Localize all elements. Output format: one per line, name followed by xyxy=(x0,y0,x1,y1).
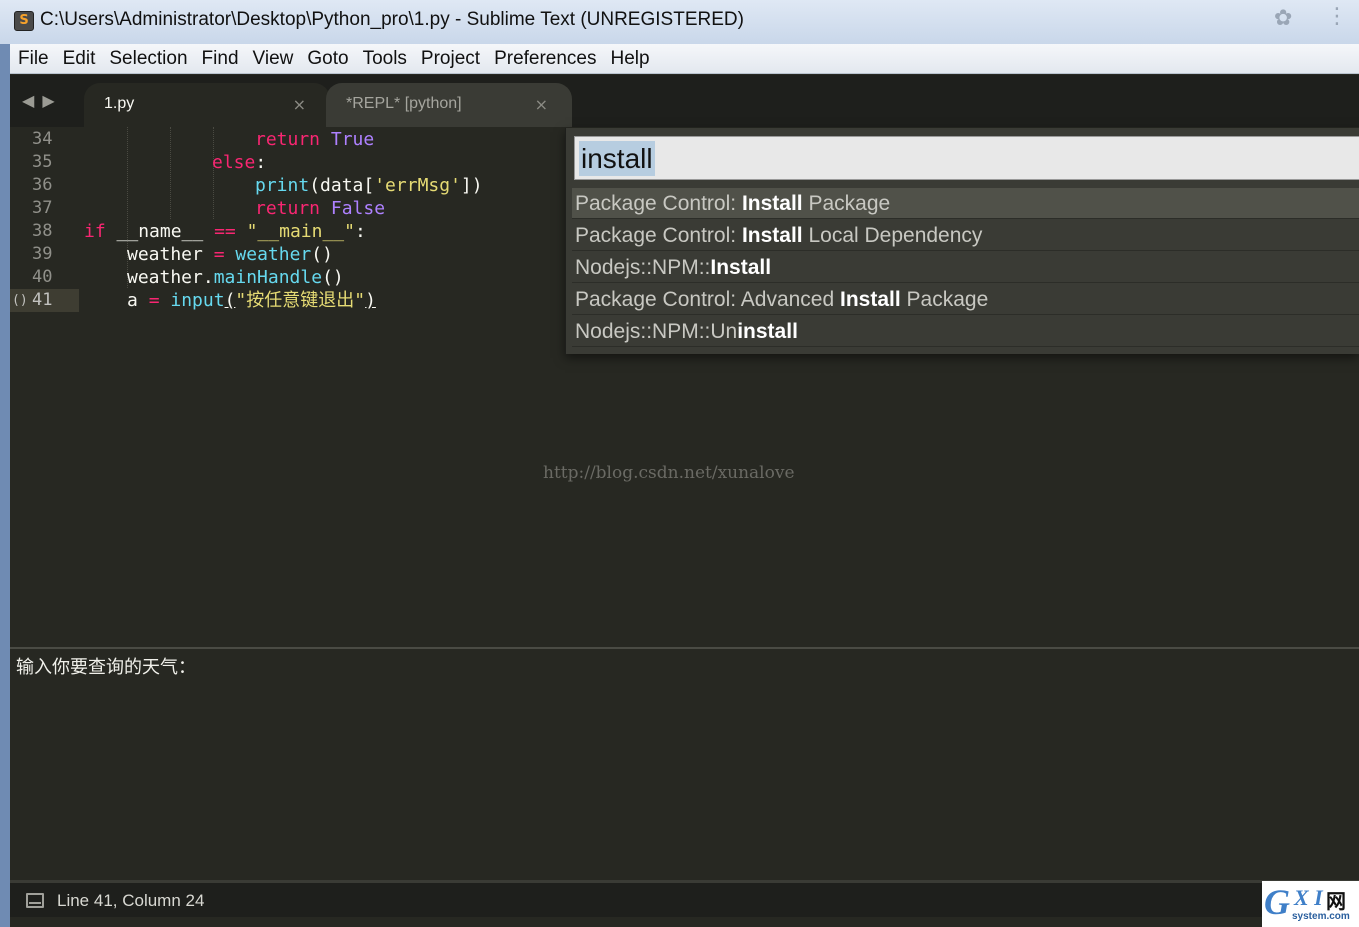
code-line-40: weather.mainHandle() xyxy=(127,267,344,288)
tab-navigation: ◀▶ xyxy=(22,91,63,110)
palette-item[interactable]: Package Control: Install Package xyxy=(572,188,1359,219)
menu-file[interactable]: File xyxy=(18,48,49,70)
code-line-36: print(data['errMsg']) xyxy=(255,175,483,196)
close-icon[interactable]: × xyxy=(293,95,306,114)
indent-guide xyxy=(170,127,171,219)
more-options-icon[interactable]: ⋮ xyxy=(1326,4,1348,29)
sublime-text-icon: S xyxy=(14,11,34,31)
watermark: http://blog.csdn.net/xunalove xyxy=(543,463,795,483)
menu-bar: File Edit Selection Find View Goto Tools… xyxy=(10,44,1359,74)
logo-letters-xi: X I xyxy=(1294,885,1323,910)
logo-net-char: 网 xyxy=(1326,889,1346,913)
title-bar: S C:\Users\Administrator\Desktop\Python_… xyxy=(0,0,1359,44)
command-palette-input[interactable]: install xyxy=(574,136,1359,180)
site-logo: G X I 网 system.com xyxy=(1262,881,1359,927)
menu-view[interactable]: View xyxy=(253,48,294,70)
line-number: 36 xyxy=(32,175,53,195)
line-number-gutter: 34 35 36 37 38 39 40 () 41 xyxy=(10,127,80,647)
command-palette: install Package Control: Install Package… xyxy=(565,128,1359,354)
line-number: 39 xyxy=(32,244,53,264)
line-number: 38 xyxy=(32,221,53,241)
menu-edit[interactable]: Edit xyxy=(63,48,96,70)
palette-item[interactable]: Nodejs::NPM::Uninstall xyxy=(572,316,1359,347)
menu-find[interactable]: Find xyxy=(202,48,239,70)
logo-letter-g: G xyxy=(1264,882,1290,922)
menu-tools[interactable]: Tools xyxy=(363,48,407,70)
pin-icon[interactable]: ✿ xyxy=(1274,6,1292,31)
code-line-39: weather = weather() xyxy=(127,244,333,265)
line-number: 37 xyxy=(32,198,53,218)
tab-1-py[interactable]: 1.py × xyxy=(84,83,330,127)
cursor-position: Line 41, Column 24 xyxy=(57,891,205,910)
palette-item[interactable]: Package Control: Advanced Install Packag… xyxy=(572,284,1359,315)
arrow-right-icon[interactable]: ▶ xyxy=(42,91,62,110)
tab-bar: ◀▶ 1.py × *REPL* [python] × xyxy=(10,75,1359,127)
code-line-37: return False xyxy=(255,198,386,219)
menu-preferences[interactable]: Preferences xyxy=(494,48,596,70)
bracket-match-marker: () xyxy=(12,293,28,308)
output-panel[interactable]: 输入你要查询的天气： xyxy=(10,649,1359,877)
code-line-41: a = input("按任意键退出") xyxy=(127,290,376,311)
code-line-38: if __name__ == "__main__": xyxy=(84,221,366,242)
tab-label: 1.py xyxy=(104,95,135,112)
code-line-34: return True xyxy=(255,129,375,150)
tab-label: *REPL* [python] xyxy=(346,95,462,112)
menu-goto[interactable]: Goto xyxy=(307,48,348,70)
close-icon[interactable]: × xyxy=(535,95,548,114)
command-palette-query[interactable]: install xyxy=(579,141,655,176)
palette-item[interactable]: Package Control: Install Local Dependenc… xyxy=(572,220,1359,251)
status-bar: Line 41, Column 24 xyxy=(10,880,1359,917)
logo-subtitle: system.com xyxy=(1292,911,1350,922)
line-number: 34 xyxy=(32,129,53,149)
panel-toggle-icon[interactable] xyxy=(26,893,44,908)
current-line-number: () 41 xyxy=(10,289,79,312)
line-number: 40 xyxy=(32,267,53,287)
output-text: 输入你要查询的天气： xyxy=(16,657,196,678)
menu-help[interactable]: Help xyxy=(611,48,650,70)
palette-item[interactable]: Nodejs::NPM::Install xyxy=(572,252,1359,283)
line-number: 35 xyxy=(32,152,53,172)
tab-repl-python[interactable]: *REPL* [python] × xyxy=(326,83,572,127)
window-title: C:\Users\Administrator\Desktop\Python_pr… xyxy=(40,9,744,30)
line-number-text: 41 xyxy=(32,290,53,310)
code-line-35: else: xyxy=(212,152,267,173)
menu-project[interactable]: Project xyxy=(421,48,480,70)
arrow-left-icon[interactable]: ◀ xyxy=(22,91,42,110)
menu-selection[interactable]: Selection xyxy=(109,48,187,70)
